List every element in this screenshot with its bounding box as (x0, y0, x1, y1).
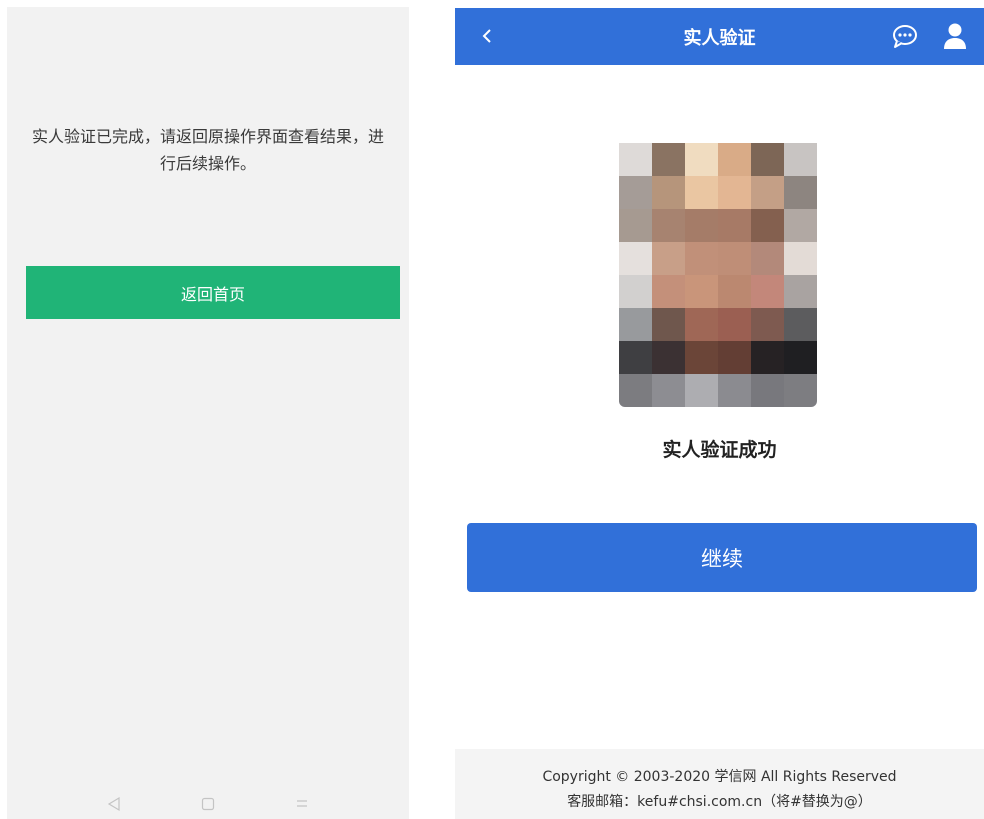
chat-bubble-icon[interactable] (891, 23, 919, 49)
completion-message: 实人验证已完成，请返回原操作界面查看结果，进行后续操作。 (31, 127, 384, 173)
contact-email-text: 客服邮箱：kefu#chsi.com.cn（将#替换为@） (567, 794, 872, 810)
back-triangle-icon[interactable] (106, 796, 122, 812)
pixelated-face-photo (619, 143, 817, 407)
menu-lines-icon[interactable] (294, 796, 310, 812)
home-square-icon[interactable] (200, 796, 216, 812)
screenshot-stage: 实人验证已完成，请返回原操作界面查看结果，进行后续操作。 返回首页 实人验证 实… (0, 0, 984, 819)
continue-button[interactable]: 继续 (467, 523, 977, 592)
copyright-text: Copyright © 2003-2020 学信网 All Rights Res… (542, 769, 897, 785)
right-screen: 实人验证 实人验证成功 继续 Copyright © 2003-2020 学信网… (455, 8, 984, 819)
return-home-button[interactable]: 返回首页 (26, 266, 400, 319)
android-nav-bar (7, 789, 409, 819)
verification-success-text: 实人验证成功 (662, 439, 777, 461)
left-screen: 实人验证已完成，请返回原操作界面查看结果，进行后续操作。 返回首页 (7, 7, 409, 819)
header-bar: 实人验证 (455, 8, 984, 65)
user-icon[interactable] (942, 22, 968, 50)
back-chevron-icon[interactable] (475, 22, 499, 50)
footer: Copyright © 2003-2020 学信网 All Rights Res… (455, 749, 984, 819)
